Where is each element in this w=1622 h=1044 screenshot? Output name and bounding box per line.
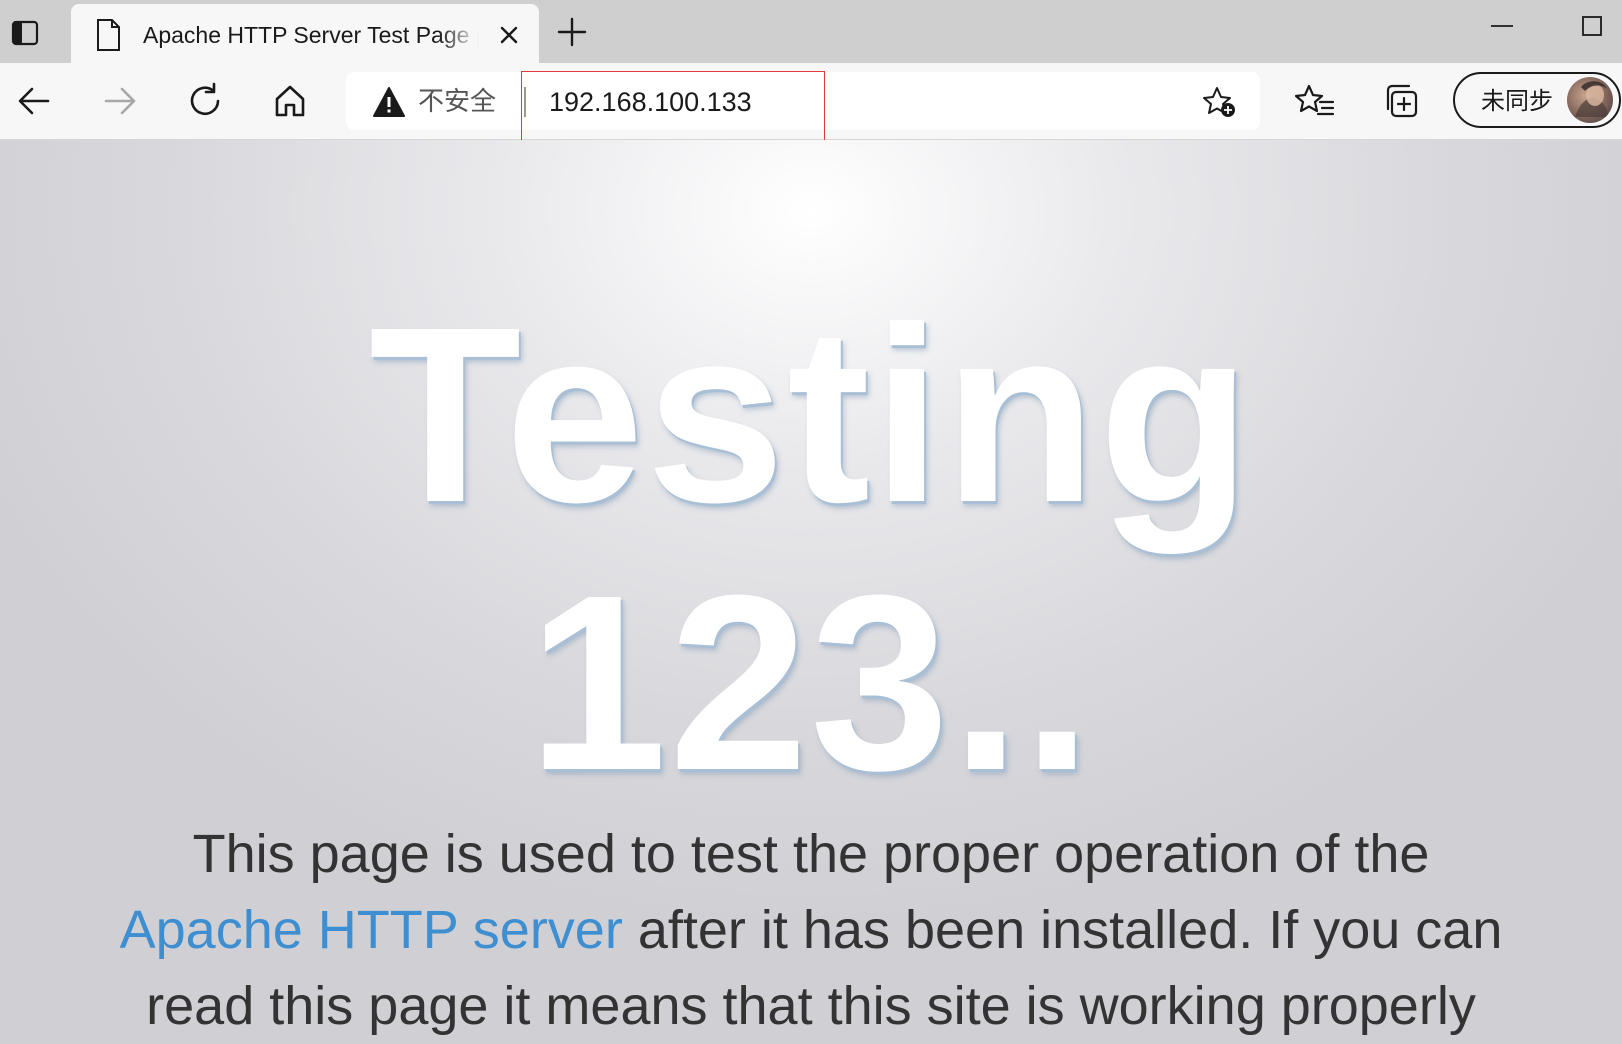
tab-strip: Apache HTTP Server Test Page powered by …	[0, 0, 1622, 63]
favorites-icon	[1294, 84, 1335, 116]
page-content: Testing 123.. This page is used to test …	[0, 140, 1622, 1044]
new-tab-button[interactable]	[556, 16, 588, 48]
refresh-icon	[190, 82, 220, 116]
tab-actions-icon[interactable]	[10, 18, 40, 48]
back-arrow-icon	[18, 87, 50, 115]
address-bar[interactable]: 不安全 192.168.100.133	[346, 72, 1260, 130]
forward-button[interactable]	[100, 81, 140, 121]
address-separator	[524, 87, 526, 117]
collections-icon	[1386, 84, 1418, 118]
collections-button[interactable]	[1382, 81, 1422, 121]
tab-title: Apache HTTP Server Test Page powered by …	[143, 22, 479, 48]
insecure-label[interactable]: 不安全	[418, 86, 496, 118]
sync-status-label: 未同步	[1481, 87, 1553, 115]
intro-text-part1: This page is used to test the proper ope…	[192, 824, 1430, 884]
home-icon	[275, 85, 305, 117]
apache-http-server-link[interactable]: Apache HTTP server	[120, 900, 623, 960]
headline-123: 123..	[527, 543, 1095, 822]
page-icon	[93, 18, 123, 52]
headline-testing: Testing	[368, 275, 1254, 554]
intro-text-part3: read this page it means that this site i…	[146, 976, 1476, 1036]
close-tab-icon[interactable]	[495, 21, 523, 49]
minimize-window-button[interactable]	[1488, 12, 1516, 40]
avatar	[1567, 77, 1613, 123]
warning-icon[interactable]	[372, 86, 406, 118]
refresh-button[interactable]	[185, 81, 225, 121]
profile-button[interactable]: 未同步	[1453, 72, 1621, 128]
intro-text-part2: after it has been installed. If you can	[637, 900, 1503, 960]
maximize-window-button[interactable]	[1578, 12, 1606, 40]
intro-paragraph: This page is used to test the proper ope…	[110, 816, 1512, 1044]
add-favorite-icon[interactable]	[1202, 85, 1238, 119]
favorites-button[interactable]	[1294, 81, 1335, 121]
browser-toolbar: 不安全 192.168.100.133 未同步	[0, 63, 1622, 140]
forward-arrow-icon	[104, 87, 136, 115]
active-tab[interactable]: Apache HTTP Server Test Page powered by …	[71, 4, 539, 63]
home-button[interactable]	[270, 81, 310, 121]
url-text[interactable]: 192.168.100.133	[549, 86, 752, 118]
back-button[interactable]	[14, 81, 54, 121]
